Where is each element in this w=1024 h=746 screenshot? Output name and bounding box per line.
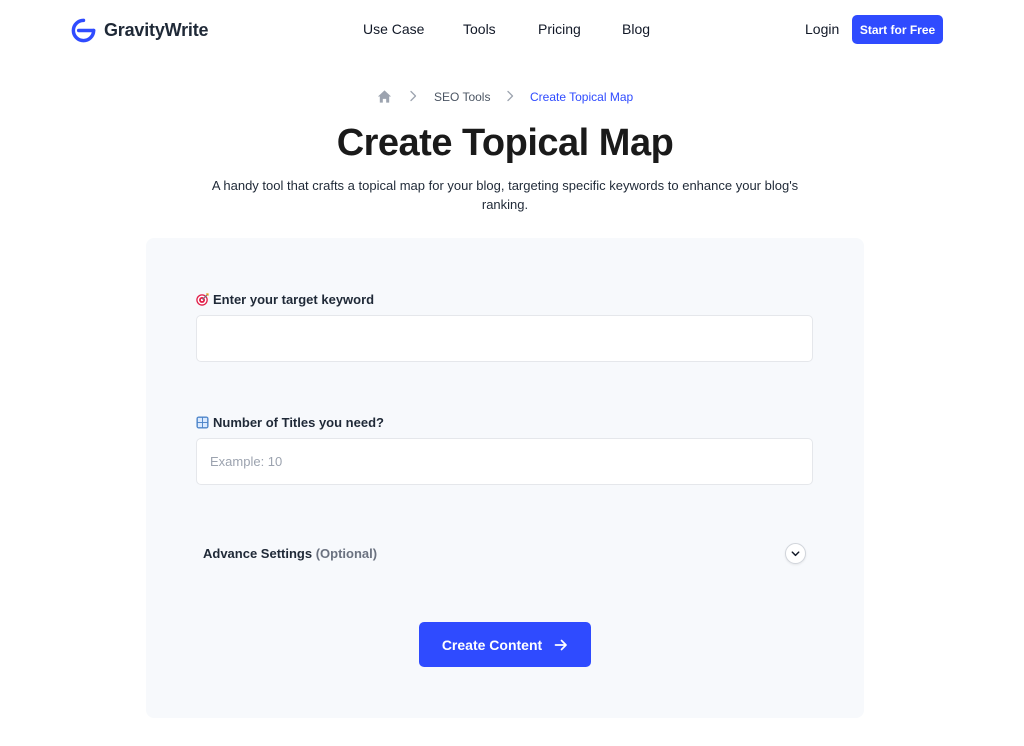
nav-tools[interactable]: Tools: [463, 21, 496, 37]
breadcrumb-current: Create Topical Map: [530, 90, 634, 104]
titles-label-text: Number of Titles you need?: [213, 415, 384, 430]
advance-settings-label: Advance Settings: [203, 546, 313, 561]
breadcrumb: SEO Tools Create Topical Map: [0, 89, 1024, 105]
nav-blog[interactable]: Blog: [622, 21, 650, 37]
home-icon[interactable]: [377, 89, 392, 104]
page-title: Create Topical Map: [336, 122, 674, 164]
create-content-button[interactable]: Create Content: [419, 622, 591, 667]
titles-count-input[interactable]: [196, 438, 813, 485]
start-for-free-button[interactable]: Start for Free: [852, 15, 943, 44]
chevron-right-icon: [410, 90, 417, 102]
create-content-label: Create Content: [441, 636, 543, 653]
chevron-down-icon: [791, 551, 800, 557]
nav-pricing[interactable]: Pricing: [538, 21, 581, 37]
keyword-input[interactable]: [196, 315, 813, 362]
keyword-label-text: Enter your target keyword: [213, 292, 375, 307]
advance-settings-optional: (Optional): [315, 546, 378, 561]
arrow-right-icon: [554, 639, 568, 650]
nav-use-case[interactable]: Use Case: [363, 21, 424, 37]
chevron-right-icon: [507, 90, 514, 102]
target-icon: [196, 293, 209, 306]
breadcrumb-seo-tools[interactable]: SEO Tools: [434, 90, 490, 104]
page-subtitle: A handy tool that crafts a topical map f…: [211, 178, 799, 212]
advance-settings-toggle[interactable]: Advance Settings (Optional): [203, 546, 377, 561]
login-link[interactable]: Login: [805, 21, 839, 37]
numbers-icon: [196, 416, 209, 429]
keyword-label: Enter your target keyword: [196, 292, 374, 307]
site-header: GravityWrite Use Case Tools Pricing Blog…: [0, 0, 1024, 60]
advance-settings-expand-button[interactable]: [785, 543, 806, 564]
titles-label: Number of Titles you need?: [196, 415, 384, 430]
